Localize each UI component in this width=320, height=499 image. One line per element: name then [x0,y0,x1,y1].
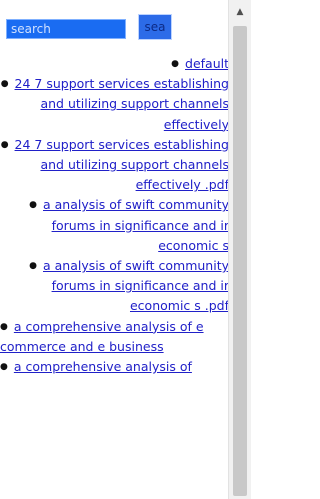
result-link[interactable]: a analysis of swift community forums in … [43,197,229,252]
result-link[interactable]: a comprehensive analysis of e commerce a… [0,319,204,354]
list-item: ● 24 7 support services establishing and … [0,135,229,196]
result-link[interactable]: a analysis of swift community forums in … [43,258,229,313]
result-link[interactable]: 24 7 support services establishing and u… [15,76,229,131]
list-item: ● default [0,54,229,74]
list-item: ● 24 7 support services establishing and … [0,74,229,135]
search-button[interactable]: sea [138,14,172,40]
list-item: ● a analysis of swift community forums in… [0,256,229,317]
list-item: ● a analysis of swift community forums in… [0,195,229,256]
scroll-thumb[interactable] [233,26,247,496]
bullet-icon: ● [29,200,37,211]
bullet-icon: ● [29,261,37,272]
scroll-up-icon[interactable]: ▲ [229,0,251,24]
bullet-icon: ● [0,321,8,332]
result-link[interactable]: 24 7 support services establishing and u… [15,137,229,192]
bullet-icon: ● [0,139,9,150]
results-list: ● default ● 24 7 support services establis… [0,54,229,377]
bullet-icon: ● [0,362,8,373]
result-link[interactable]: default [185,56,229,71]
list-item: ● a comprehensive analysis of [0,357,229,377]
page-viewport: sea ● default ● 24 7 support services esta… [0,0,229,499]
result-link[interactable]: a comprehensive analysis of [14,359,192,374]
vertical-scrollbar[interactable]: ▲ [228,0,251,499]
bullet-icon: ● [0,79,9,90]
bullet-icon: ● [171,59,180,69]
search-input[interactable] [6,19,126,39]
list-item: ● a comprehensive analysis of e commerce … [0,317,229,357]
